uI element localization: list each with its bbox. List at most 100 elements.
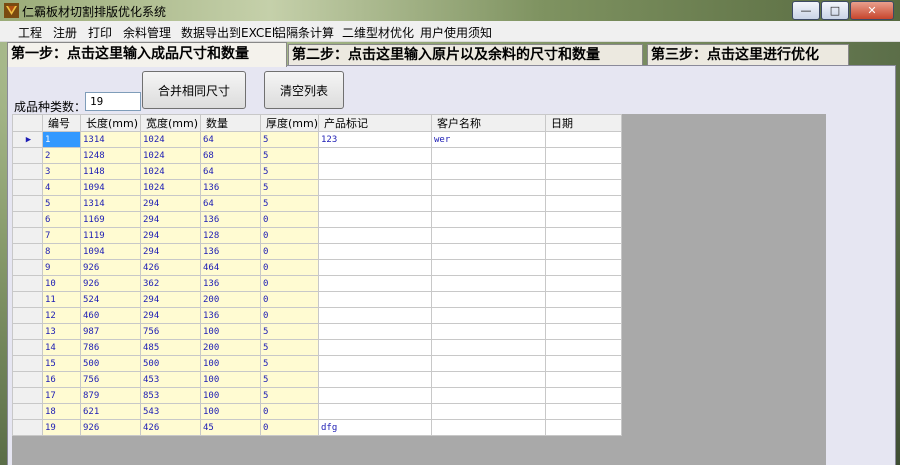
- table-cell[interactable]: 136: [200, 211, 261, 228]
- row-header[interactable]: ▶: [12, 131, 43, 148]
- table-cell[interactable]: 200: [200, 339, 261, 356]
- table-cell[interactable]: 14: [42, 339, 81, 356]
- table-cell[interactable]: [431, 339, 547, 356]
- table-cell[interactable]: [545, 275, 623, 292]
- table-cell[interactable]: [545, 355, 623, 372]
- table-cell[interactable]: [318, 147, 433, 164]
- table-cell[interactable]: [318, 259, 433, 276]
- table-cell[interactable]: 294: [140, 195, 201, 212]
- clear-list-button[interactable]: 清空列表: [264, 71, 344, 109]
- table-row[interactable]: 2 1248 1024 68 5: [12, 147, 623, 164]
- table-cell[interactable]: 5: [259, 179, 320, 196]
- table-cell[interactable]: 294: [140, 227, 201, 244]
- row-header[interactable]: [12, 275, 43, 292]
- table-cell[interactable]: 10: [42, 275, 81, 292]
- table-cell[interactable]: 524: [80, 291, 141, 308]
- table-cell[interactable]: 17: [42, 387, 81, 404]
- table-cell[interactable]: [318, 307, 433, 324]
- table-cell[interactable]: [431, 323, 547, 340]
- table-cell[interactable]: 464: [200, 259, 261, 276]
- table-cell[interactable]: 485: [140, 339, 201, 356]
- row-header[interactable]: [12, 291, 43, 308]
- minimize-button[interactable]: —: [792, 1, 820, 20]
- table-row[interactable]: 10 926 362 136 0: [12, 275, 623, 292]
- table-cell[interactable]: 294: [140, 211, 201, 228]
- table-cell[interactable]: 64: [200, 163, 261, 180]
- table-row[interactable]: 4 1094 1024 136 5: [12, 179, 623, 196]
- table-cell[interactable]: 64: [200, 131, 261, 148]
- table-cell[interactable]: [545, 371, 623, 388]
- table-cell[interactable]: [318, 355, 433, 372]
- table-cell[interactable]: 543: [140, 403, 201, 420]
- table-cell[interactable]: [545, 131, 623, 148]
- table-cell[interactable]: [318, 323, 433, 340]
- table-cell[interactable]: 123: [318, 131, 433, 148]
- row-header[interactable]: [12, 179, 43, 196]
- table-cell[interactable]: 15: [42, 355, 81, 372]
- table-cell[interactable]: [431, 243, 547, 260]
- column-header[interactable]: 日期: [545, 114, 623, 132]
- table-cell[interactable]: [431, 275, 547, 292]
- table-cell[interactable]: [545, 259, 623, 276]
- table-row[interactable]: 15 500 500 100 5: [12, 355, 623, 372]
- table-cell[interactable]: [545, 323, 623, 340]
- table-cell[interactable]: 294: [140, 307, 201, 324]
- row-header[interactable]: [12, 195, 43, 212]
- row-header[interactable]: [12, 387, 43, 404]
- table-cell[interactable]: 0: [259, 227, 320, 244]
- table-cell[interactable]: 13: [42, 323, 81, 340]
- table-cell[interactable]: [545, 163, 623, 180]
- table-cell[interactable]: 8: [42, 243, 81, 260]
- table-cell[interactable]: 16: [42, 371, 81, 388]
- row-header[interactable]: [12, 147, 43, 164]
- close-button[interactable]: ✕: [850, 1, 894, 20]
- table-cell[interactable]: [318, 243, 433, 260]
- table-cell[interactable]: 2: [42, 147, 81, 164]
- table-cell[interactable]: 128: [200, 227, 261, 244]
- merge-same-size-button[interactable]: 合并相同尺寸: [142, 71, 246, 109]
- table-cell[interactable]: 136: [200, 307, 261, 324]
- table-cell[interactable]: 1024: [140, 163, 201, 180]
- table-cell[interactable]: 926: [80, 419, 141, 436]
- table-cell[interactable]: 5: [259, 371, 320, 388]
- table-cell[interactable]: 500: [80, 355, 141, 372]
- tab-step1[interactable]: 第一步：点击这里输入成品尺寸和数量: [7, 42, 287, 67]
- table-cell[interactable]: [431, 307, 547, 324]
- table-cell[interactable]: 0: [259, 291, 320, 308]
- table-cell[interactable]: [545, 243, 623, 260]
- table-cell[interactable]: 879: [80, 387, 141, 404]
- table-cell[interactable]: 453: [140, 371, 201, 388]
- column-header[interactable]: 数量: [200, 114, 261, 132]
- table-cell[interactable]: 100: [200, 323, 261, 340]
- table-cell[interactable]: [545, 147, 623, 164]
- table-cell[interactable]: [318, 371, 433, 388]
- table-cell[interactable]: 200: [200, 291, 261, 308]
- table-cell[interactable]: 987: [80, 323, 141, 340]
- column-header[interactable]: 产品标记: [318, 114, 433, 132]
- column-header[interactable]: 宽度(mm): [140, 114, 201, 132]
- table-cell[interactable]: [431, 371, 547, 388]
- table-cell[interactable]: 9: [42, 259, 81, 276]
- menu-export-excel[interactable]: 数据导出到EXCEl: [181, 24, 275, 41]
- table-cell[interactable]: [318, 227, 433, 244]
- table-cell[interactable]: 0: [259, 275, 320, 292]
- table-cell[interactable]: [545, 307, 623, 324]
- row-header[interactable]: [12, 259, 43, 276]
- table-cell[interactable]: [318, 339, 433, 356]
- table-cell[interactable]: [431, 291, 547, 308]
- table-cell[interactable]: 5: [259, 195, 320, 212]
- table-cell[interactable]: 100: [200, 371, 261, 388]
- table-cell[interactable]: 18: [42, 403, 81, 420]
- table-cell[interactable]: [545, 291, 623, 308]
- table-cell[interactable]: 294: [140, 243, 201, 260]
- table-cell[interactable]: 100: [200, 355, 261, 372]
- table-cell[interactable]: [318, 179, 433, 196]
- table-cell[interactable]: 1094: [80, 179, 141, 196]
- table-row[interactable]: 16 756 453 100 5: [12, 371, 623, 388]
- table-row[interactable]: 18 621 543 100 0: [12, 403, 623, 420]
- table-cell[interactable]: 1094: [80, 243, 141, 260]
- table-cell[interactable]: 11: [42, 291, 81, 308]
- table-cell[interactable]: 19: [42, 419, 81, 436]
- table-cell[interactable]: [318, 195, 433, 212]
- table-cell[interactable]: [318, 275, 433, 292]
